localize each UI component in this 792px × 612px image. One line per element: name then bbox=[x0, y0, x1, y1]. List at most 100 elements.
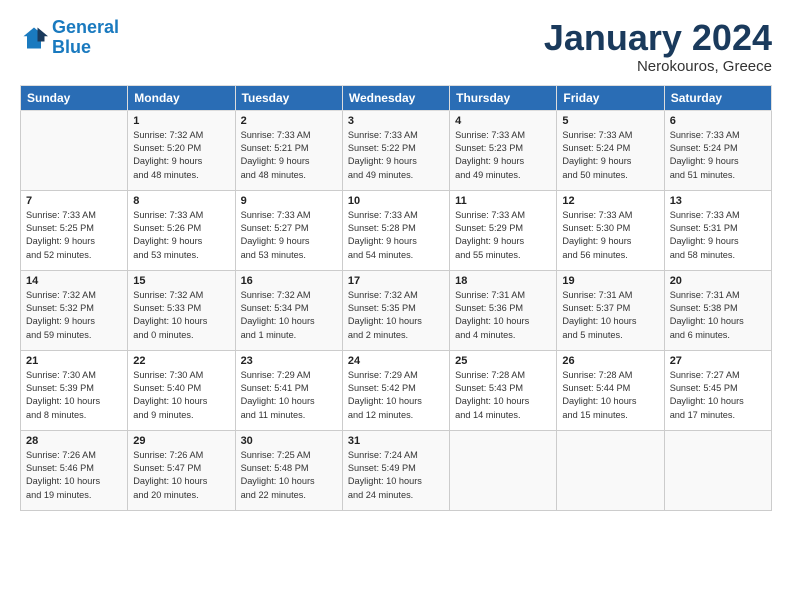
day-info: Sunrise: 7:26 AM Sunset: 5:47 PM Dayligh… bbox=[133, 449, 229, 502]
day-number: 6 bbox=[670, 115, 766, 127]
day-cell: 26Sunrise: 7:28 AM Sunset: 5:44 PM Dayli… bbox=[557, 350, 664, 430]
week-row-4: 28Sunrise: 7:26 AM Sunset: 5:46 PM Dayli… bbox=[21, 430, 772, 510]
day-info: Sunrise: 7:30 AM Sunset: 5:39 PM Dayligh… bbox=[26, 369, 122, 422]
day-info: Sunrise: 7:33 AM Sunset: 5:22 PM Dayligh… bbox=[348, 129, 444, 182]
day-number: 23 bbox=[241, 355, 337, 367]
day-info: Sunrise: 7:24 AM Sunset: 5:49 PM Dayligh… bbox=[348, 449, 444, 502]
day-info: Sunrise: 7:33 AM Sunset: 5:30 PM Dayligh… bbox=[562, 209, 658, 262]
day-cell: 31 Sunrise: 7:24 AM Sunset: 5:49 PM Dayli… bbox=[342, 430, 449, 510]
day-cell: 11 Sunrise: 7:33 AM Sunset: 5:29 PM Dayli… bbox=[450, 190, 557, 270]
day-cell: 9 Sunrise: 7:33 AM Sunset: 5:27 PM Daylig… bbox=[235, 190, 342, 270]
day-cell bbox=[21, 110, 128, 190]
day-number: 26 bbox=[562, 355, 658, 367]
day-cell: 25Sunrise: 7:28 AM Sunset: 5:43 PM Dayli… bbox=[450, 350, 557, 430]
day-info: Sunrise: 7:32 AM Sunset: 5:20 PM Dayligh… bbox=[133, 129, 229, 182]
col-saturday: Saturday bbox=[664, 85, 771, 110]
header: General Blue January 2024 Nerokouros, Gr… bbox=[20, 18, 772, 75]
day-cell: 16Sunrise: 7:32 AM Sunset: 5:34 PM Dayli… bbox=[235, 270, 342, 350]
day-cell: 27Sunrise: 7:27 AM Sunset: 5:45 PM Dayli… bbox=[664, 350, 771, 430]
day-number: 22 bbox=[133, 355, 229, 367]
week-row-0: 1 Sunrise: 7:32 AM Sunset: 5:20 PM Daylig… bbox=[21, 110, 772, 190]
day-number: 30 bbox=[241, 435, 337, 447]
day-cell bbox=[450, 430, 557, 510]
day-number: 2 bbox=[241, 115, 337, 127]
day-cell bbox=[557, 430, 664, 510]
day-info: Sunrise: 7:33 AM Sunset: 5:28 PM Dayligh… bbox=[348, 209, 444, 262]
day-info: Sunrise: 7:31 AM Sunset: 5:37 PM Dayligh… bbox=[562, 289, 658, 342]
day-number: 11 bbox=[455, 195, 551, 207]
day-cell: 13Sunrise: 7:33 AM Sunset: 5:31 PM Dayli… bbox=[664, 190, 771, 270]
day-cell: 8Sunrise: 7:33 AM Sunset: 5:26 PM Daylig… bbox=[128, 190, 235, 270]
week-row-1: 7Sunrise: 7:33 AM Sunset: 5:25 PM Daylig… bbox=[21, 190, 772, 270]
day-number: 14 bbox=[26, 275, 122, 287]
day-number: 21 bbox=[26, 355, 122, 367]
day-cell: 3Sunrise: 7:33 AM Sunset: 5:22 PM Daylig… bbox=[342, 110, 449, 190]
day-info: Sunrise: 7:33 AM Sunset: 5:29 PM Dayligh… bbox=[455, 209, 551, 262]
day-info: Sunrise: 7:29 AM Sunset: 5:42 PM Dayligh… bbox=[348, 369, 444, 422]
day-cell: 14 Sunrise: 7:32 AM Sunset: 5:32 PM Dayli… bbox=[21, 270, 128, 350]
day-cell: 15Sunrise: 7:32 AM Sunset: 5:33 PM Dayli… bbox=[128, 270, 235, 350]
day-number: 4 bbox=[455, 115, 551, 127]
col-monday: Monday bbox=[128, 85, 235, 110]
week-row-3: 21 Sunrise: 7:30 AM Sunset: 5:39 PM Dayli… bbox=[21, 350, 772, 430]
day-cell bbox=[664, 430, 771, 510]
logo-icon bbox=[20, 24, 48, 52]
page: General Blue January 2024 Nerokouros, Gr… bbox=[0, 0, 792, 612]
day-number: 20 bbox=[670, 275, 766, 287]
day-number: 25 bbox=[455, 355, 551, 367]
day-cell: 7Sunrise: 7:33 AM Sunset: 5:25 PM Daylig… bbox=[21, 190, 128, 270]
day-cell: 30 Sunrise: 7:25 AM Sunset: 5:48 PM Dayli… bbox=[235, 430, 342, 510]
logo-blue: Blue bbox=[52, 37, 91, 57]
day-info: Sunrise: 7:25 AM Sunset: 5:48 PM Dayligh… bbox=[241, 449, 337, 502]
day-info: Sunrise: 7:32 AM Sunset: 5:35 PM Dayligh… bbox=[348, 289, 444, 342]
day-number: 31 bbox=[348, 435, 444, 447]
day-cell: 24 Sunrise: 7:29 AM Sunset: 5:42 PM Dayli… bbox=[342, 350, 449, 430]
day-number: 13 bbox=[670, 195, 766, 207]
calendar-table: Sunday Monday Tuesday Wednesday Thursday… bbox=[20, 85, 772, 511]
day-cell: 4 Sunrise: 7:33 AM Sunset: 5:23 PM Daylig… bbox=[450, 110, 557, 190]
day-number: 10 bbox=[348, 195, 444, 207]
day-cell: 5Sunrise: 7:33 AM Sunset: 5:24 PM Daylig… bbox=[557, 110, 664, 190]
day-cell: 10 Sunrise: 7:33 AM Sunset: 5:28 PM Dayli… bbox=[342, 190, 449, 270]
day-cell: 21 Sunrise: 7:30 AM Sunset: 5:39 PM Dayli… bbox=[21, 350, 128, 430]
logo: General Blue bbox=[20, 18, 119, 58]
day-cell: 2 Sunrise: 7:33 AM Sunset: 5:21 PM Daylig… bbox=[235, 110, 342, 190]
day-number: 16 bbox=[241, 275, 337, 287]
title-block: January 2024 Nerokouros, Greece bbox=[544, 18, 772, 75]
day-number: 24 bbox=[348, 355, 444, 367]
day-number: 12 bbox=[562, 195, 658, 207]
logo-text: General Blue bbox=[52, 18, 119, 58]
header-row: Sunday Monday Tuesday Wednesday Thursday… bbox=[21, 85, 772, 110]
day-info: Sunrise: 7:33 AM Sunset: 5:21 PM Dayligh… bbox=[241, 129, 337, 182]
day-info: Sunrise: 7:33 AM Sunset: 5:26 PM Dayligh… bbox=[133, 209, 229, 262]
day-info: Sunrise: 7:33 AM Sunset: 5:23 PM Dayligh… bbox=[455, 129, 551, 182]
day-cell: 22 Sunrise: 7:30 AM Sunset: 5:40 PM Dayli… bbox=[128, 350, 235, 430]
day-number: 17 bbox=[348, 275, 444, 287]
day-number: 1 bbox=[133, 115, 229, 127]
day-info: Sunrise: 7:31 AM Sunset: 5:36 PM Dayligh… bbox=[455, 289, 551, 342]
col-tuesday: Tuesday bbox=[235, 85, 342, 110]
day-info: Sunrise: 7:33 AM Sunset: 5:25 PM Dayligh… bbox=[26, 209, 122, 262]
day-cell: 29 Sunrise: 7:26 AM Sunset: 5:47 PM Dayli… bbox=[128, 430, 235, 510]
day-info: Sunrise: 7:27 AM Sunset: 5:45 PM Dayligh… bbox=[670, 369, 766, 422]
day-number: 29 bbox=[133, 435, 229, 447]
day-cell: 23 Sunrise: 7:29 AM Sunset: 5:41 PM Dayli… bbox=[235, 350, 342, 430]
day-cell: 19 Sunrise: 7:31 AM Sunset: 5:37 PM Dayli… bbox=[557, 270, 664, 350]
day-number: 19 bbox=[562, 275, 658, 287]
day-number: 5 bbox=[562, 115, 658, 127]
day-info: Sunrise: 7:30 AM Sunset: 5:40 PM Dayligh… bbox=[133, 369, 229, 422]
day-info: Sunrise: 7:26 AM Sunset: 5:46 PM Dayligh… bbox=[26, 449, 122, 502]
day-info: Sunrise: 7:29 AM Sunset: 5:41 PM Dayligh… bbox=[241, 369, 337, 422]
day-cell: 17 Sunrise: 7:32 AM Sunset: 5:35 PM Dayli… bbox=[342, 270, 449, 350]
col-sunday: Sunday bbox=[21, 85, 128, 110]
day-info: Sunrise: 7:33 AM Sunset: 5:24 PM Dayligh… bbox=[670, 129, 766, 182]
day-number: 15 bbox=[133, 275, 229, 287]
day-cell: 18Sunrise: 7:31 AM Sunset: 5:36 PM Dayli… bbox=[450, 270, 557, 350]
day-info: Sunrise: 7:33 AM Sunset: 5:27 PM Dayligh… bbox=[241, 209, 337, 262]
day-number: 9 bbox=[241, 195, 337, 207]
col-wednesday: Wednesday bbox=[342, 85, 449, 110]
day-cell: 1 Sunrise: 7:32 AM Sunset: 5:20 PM Daylig… bbox=[128, 110, 235, 190]
location-subtitle: Nerokouros, Greece bbox=[544, 58, 772, 75]
day-info: Sunrise: 7:32 AM Sunset: 5:32 PM Dayligh… bbox=[26, 289, 122, 342]
col-thursday: Thursday bbox=[450, 85, 557, 110]
